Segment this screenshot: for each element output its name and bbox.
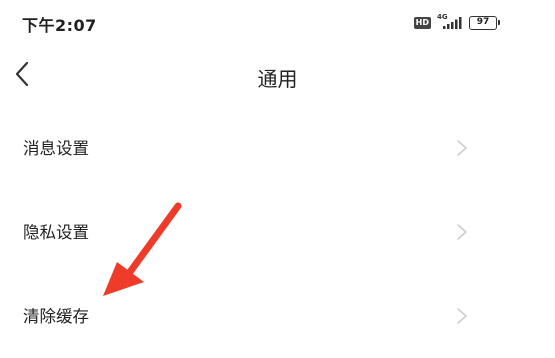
chevron-right-icon — [457, 224, 467, 240]
battery-level: 97 — [476, 17, 490, 27]
settings-menu-list: 消息设置 隐私设置 清除缓存 — [0, 106, 555, 358]
battery-icon: 97 — [469, 16, 500, 30]
menu-item-clear-cache[interactable]: 清除缓存 — [0, 274, 555, 358]
status-icons: HD 4G 97 — [413, 13, 500, 31]
menu-item-label: 隐私设置 — [23, 223, 89, 242]
status-bar: 下午2:07 HD 4G 97 — [0, 0, 555, 44]
chevron-right-icon — [457, 308, 467, 324]
status-time: 下午2:07 — [22, 16, 97, 35]
menu-item-privacy-settings[interactable]: 隐私设置 — [0, 190, 555, 274]
chevron-right-icon — [457, 140, 467, 156]
signal-icon: 4G — [437, 13, 463, 30]
hd-icon: HD — [413, 17, 431, 29]
menu-item-label: 清除缓存 — [23, 307, 89, 326]
signal-bars-icon — [443, 17, 462, 29]
nav-bar: 通用 — [0, 44, 555, 108]
page-title: 通用 — [257, 67, 298, 91]
menu-item-message-settings[interactable]: 消息设置 — [0, 106, 555, 190]
menu-item-label: 消息设置 — [23, 139, 89, 158]
